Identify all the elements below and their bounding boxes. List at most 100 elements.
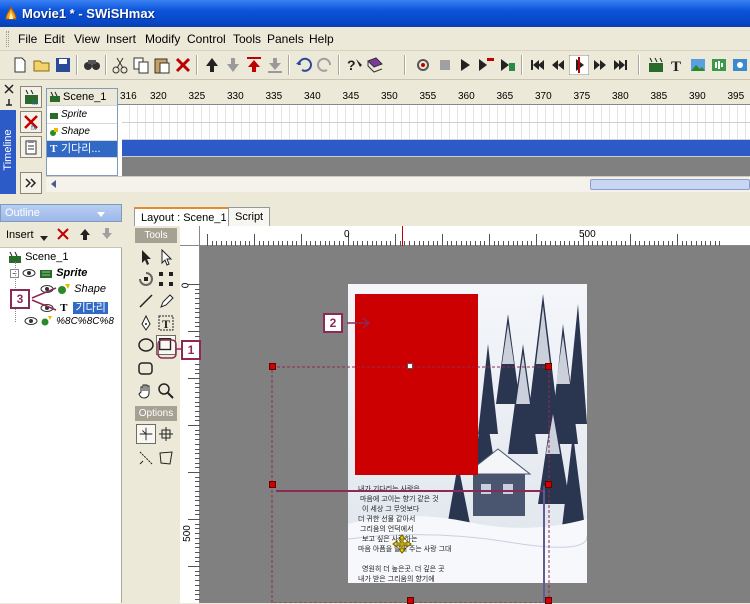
pencil-tool-icon[interactable]: [156, 291, 176, 311]
select-arrow-icon[interactable]: [136, 247, 156, 267]
h-ruler-label-0: 0: [344, 229, 350, 240]
tree-scene[interactable]: Scene_1: [8, 251, 69, 264]
timeline-shape-frames[interactable]: [122, 123, 750, 140]
sprite-icon: [50, 113, 58, 119]
insert-image-icon[interactable]: [688, 55, 708, 75]
menu-view[interactable]: View: [74, 32, 100, 46]
line-tool-icon[interactable]: [136, 291, 156, 311]
scale-tool-icon[interactable]: [156, 269, 176, 289]
play-timeline-icon[interactable]: [476, 55, 496, 75]
menu-panels[interactable]: Panels: [267, 32, 304, 46]
next-frame-icon[interactable]: [590, 55, 610, 75]
menu-file[interactable]: File: [18, 32, 37, 46]
redo-icon[interactable]: [315, 55, 335, 75]
menu-help[interactable]: Help: [309, 32, 334, 46]
timeline-expand-button[interactable]: [20, 172, 42, 194]
timeline-tick-label: 350: [381, 91, 398, 102]
outline-menu-icon[interactable]: [97, 209, 105, 217]
selection-handle[interactable]: [269, 363, 276, 370]
timeline-row-text[interactable]: T 기다리...: [47, 141, 117, 158]
tree-misc[interactable]: %8C%8C%8: [24, 315, 114, 327]
menu-insert[interactable]: Insert: [106, 32, 136, 46]
last-frame-icon[interactable]: [611, 55, 631, 75]
insert-scene-icon[interactable]: [646, 55, 666, 75]
distort-option-icon[interactable]: [156, 448, 176, 468]
timeline-row-shape[interactable]: Shape: [47, 124, 117, 141]
horizontal-ruler[interactable]: 0 500: [200, 226, 750, 246]
timeline-close-icon[interactable]: [4, 84, 14, 94]
preview-icon[interactable]: [414, 55, 434, 75]
outline-insert-button[interactable]: Insert: [6, 229, 34, 241]
frame-marker-icon[interactable]: [569, 55, 589, 75]
insert-dropdown-icon[interactable]: [40, 233, 48, 241]
selection-handle[interactable]: [407, 363, 413, 369]
menu-control[interactable]: Control: [187, 32, 226, 46]
bring-to-front-icon[interactable]: [244, 55, 264, 75]
snap-option-button[interactable]: [136, 424, 156, 444]
insert-text-icon[interactable]: T: [667, 55, 687, 75]
pen-tool-icon[interactable]: [136, 313, 156, 333]
outline-delete-icon[interactable]: [56, 227, 70, 241]
toolbar-separator: [404, 55, 406, 75]
send-backward-icon[interactable]: [223, 55, 243, 75]
menu-edit[interactable]: Edit: [44, 32, 65, 46]
outline-move-up-icon[interactable]: [78, 227, 92, 241]
timeline-scroll-thumb[interactable]: [590, 179, 750, 190]
timeline-scrollbar[interactable]: [46, 176, 750, 192]
hand-tool-icon[interactable]: [136, 381, 156, 401]
tab-layout[interactable]: Layout : Scene_1: [134, 207, 234, 226]
insert-content-icon[interactable]: [730, 55, 750, 75]
timeline-pin-icon[interactable]: [4, 98, 14, 108]
tab-script[interactable]: Script: [228, 207, 271, 226]
cut-icon[interactable]: [110, 55, 130, 75]
subselect-arrow-icon[interactable]: [156, 247, 176, 267]
timeline-sprite-frames[interactable]: [122, 106, 750, 123]
ruler-tick: [301, 234, 302, 246]
selection-handle[interactable]: [545, 363, 552, 370]
selection-handle[interactable]: [269, 481, 276, 488]
annotation-pointer-1: [157, 339, 182, 359]
menu-tools[interactable]: Tools: [233, 32, 261, 46]
rotate-tool-icon[interactable]: [136, 269, 156, 289]
text-tool-icon[interactable]: T: [156, 313, 176, 333]
find-icon[interactable]: [82, 55, 102, 75]
vertical-ruler[interactable]: 0 500: [180, 246, 200, 603]
first-frame-icon[interactable]: [527, 55, 547, 75]
copy-icon[interactable]: [131, 55, 151, 75]
outline-move-down-icon[interactable]: [100, 227, 114, 241]
save-icon[interactable]: [53, 55, 73, 75]
zoom-tool-icon[interactable]: [156, 381, 176, 401]
send-to-back-icon[interactable]: [265, 55, 285, 75]
tree-sprite[interactable]: − Sprite: [10, 267, 87, 279]
timeline-tab[interactable]: Timeline: [0, 110, 16, 194]
play-scene-icon[interactable]: [498, 55, 518, 75]
timeline-ruler[interactable]: 316 320 325 330 335 340 345 350 355 360 365 370 375…: [118, 88, 750, 105]
insert-scene-button[interactable]: fx: [20, 86, 42, 108]
book-icon[interactable]: [365, 55, 385, 75]
play-icon[interactable]: [455, 55, 475, 75]
delete-effect-button[interactable]: fx: [20, 111, 42, 133]
selection-handle[interactable]: [545, 481, 552, 488]
delete-icon[interactable]: [173, 55, 193, 75]
menu-modify[interactable]: Modify: [145, 32, 180, 46]
new-icon[interactable]: [10, 55, 30, 75]
bring-forward-icon[interactable]: [202, 55, 222, 75]
scroll-left-icon[interactable]: [48, 178, 60, 190]
timeline-row-sprite[interactable]: Sprite: [47, 107, 117, 124]
paste-icon[interactable]: [152, 55, 172, 75]
undo-icon[interactable]: [294, 55, 314, 75]
timeline-tab-label: Timeline: [2, 129, 14, 171]
timeline-scene-row[interactable]: Scene_1: [47, 89, 117, 106]
reshape-option-icon[interactable]: [136, 448, 156, 468]
open-icon[interactable]: [32, 55, 52, 75]
help-icon[interactable]: ?: [344, 55, 364, 75]
timeline-text-frames[interactable]: [122, 140, 750, 157]
stop-icon[interactable]: [435, 55, 455, 75]
visibility-eye-icon[interactable]: [22, 268, 36, 278]
snap-object-icon[interactable]: [156, 424, 176, 444]
prev-frame-icon[interactable]: [548, 55, 568, 75]
script-button[interactable]: [20, 136, 42, 158]
visibility-eye-icon[interactable]: [24, 316, 38, 326]
ruler-tick: [188, 566, 200, 567]
insert-sound-icon[interactable]: [709, 55, 729, 75]
